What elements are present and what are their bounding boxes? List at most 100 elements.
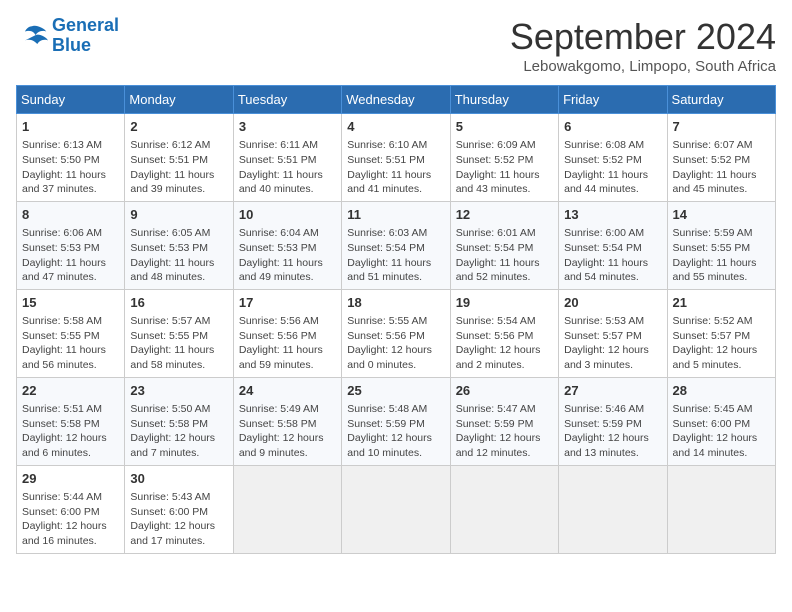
day-cell: 30 Sunrise: 5:43 AM Sunset: 6:00 PM Dayli… xyxy=(125,465,233,553)
day-number: 13 xyxy=(564,206,661,224)
column-header-monday: Monday xyxy=(125,86,233,114)
day-cell: 12 Sunrise: 6:01 AM Sunset: 5:54 PM Dayli… xyxy=(450,201,558,289)
day-number: 14 xyxy=(673,206,770,224)
day-cell xyxy=(342,465,450,553)
week-row-4: 22 Sunrise: 5:51 AM Sunset: 5:58 PM Dayli… xyxy=(17,377,776,465)
day-info: Sunrise: 6:04 AM Sunset: 5:53 PM Dayligh… xyxy=(239,226,336,285)
day-number: 29 xyxy=(22,470,119,488)
day-number: 19 xyxy=(456,294,553,312)
day-info: Sunrise: 5:59 AM Sunset: 5:55 PM Dayligh… xyxy=(673,226,770,285)
day-number: 23 xyxy=(130,382,227,400)
day-number: 9 xyxy=(130,206,227,224)
day-info: Sunrise: 5:58 AM Sunset: 5:55 PM Dayligh… xyxy=(22,314,119,373)
day-info: Sunrise: 5:53 AM Sunset: 5:57 PM Dayligh… xyxy=(564,314,661,373)
week-row-2: 8 Sunrise: 6:06 AM Sunset: 5:53 PM Daylig… xyxy=(17,201,776,289)
day-number: 17 xyxy=(239,294,336,312)
day-number: 4 xyxy=(347,118,444,136)
week-row-5: 29 Sunrise: 5:44 AM Sunset: 6:00 PM Dayli… xyxy=(17,465,776,553)
column-header-sunday: Sunday xyxy=(17,86,125,114)
day-info: Sunrise: 6:12 AM Sunset: 5:51 PM Dayligh… xyxy=(130,138,227,197)
day-cell: 22 Sunrise: 5:51 AM Sunset: 5:58 PM Dayli… xyxy=(17,377,125,465)
day-info: Sunrise: 5:44 AM Sunset: 6:00 PM Dayligh… xyxy=(22,490,119,549)
day-cell: 25 Sunrise: 5:48 AM Sunset: 5:59 PM Dayli… xyxy=(342,377,450,465)
day-info: Sunrise: 6:03 AM Sunset: 5:54 PM Dayligh… xyxy=(347,226,444,285)
day-info: Sunrise: 5:55 AM Sunset: 5:56 PM Dayligh… xyxy=(347,314,444,373)
week-row-1: 1 Sunrise: 6:13 AM Sunset: 5:50 PM Daylig… xyxy=(17,114,776,202)
day-info: Sunrise: 6:10 AM Sunset: 5:51 PM Dayligh… xyxy=(347,138,444,197)
day-cell: 9 Sunrise: 6:05 AM Sunset: 5:53 PM Daylig… xyxy=(125,201,233,289)
day-cell: 1 Sunrise: 6:13 AM Sunset: 5:50 PM Daylig… xyxy=(17,114,125,202)
day-info: Sunrise: 6:13 AM Sunset: 5:50 PM Dayligh… xyxy=(22,138,119,197)
day-info: Sunrise: 5:51 AM Sunset: 5:58 PM Dayligh… xyxy=(22,402,119,461)
day-cell: 14 Sunrise: 5:59 AM Sunset: 5:55 PM Dayli… xyxy=(667,201,775,289)
day-number: 7 xyxy=(673,118,770,136)
day-cell: 23 Sunrise: 5:50 AM Sunset: 5:58 PM Dayli… xyxy=(125,377,233,465)
day-info: Sunrise: 6:07 AM Sunset: 5:52 PM Dayligh… xyxy=(673,138,770,197)
day-info: Sunrise: 5:45 AM Sunset: 6:00 PM Dayligh… xyxy=(673,402,770,461)
day-info: Sunrise: 6:09 AM Sunset: 5:52 PM Dayligh… xyxy=(456,138,553,197)
day-number: 25 xyxy=(347,382,444,400)
day-cell: 28 Sunrise: 5:45 AM Sunset: 6:00 PM Dayli… xyxy=(667,377,775,465)
day-cell: 15 Sunrise: 5:58 AM Sunset: 5:55 PM Dayli… xyxy=(17,289,125,377)
day-cell xyxy=(559,465,667,553)
day-number: 5 xyxy=(456,118,553,136)
day-info: Sunrise: 5:48 AM Sunset: 5:59 PM Dayligh… xyxy=(347,402,444,461)
day-cell: 20 Sunrise: 5:53 AM Sunset: 5:57 PM Dayli… xyxy=(559,289,667,377)
column-header-wednesday: Wednesday xyxy=(342,86,450,114)
day-number: 26 xyxy=(456,382,553,400)
day-cell: 6Sunrise: 6:08 AM Sunset: 5:52 PM Daylig… xyxy=(559,114,667,202)
day-cell: 29 Sunrise: 5:44 AM Sunset: 6:00 PM Dayli… xyxy=(17,465,125,553)
day-info: Sunrise: 6:05 AM Sunset: 5:53 PM Dayligh… xyxy=(130,226,227,285)
day-cell: 4 Sunrise: 6:10 AM Sunset: 5:51 PM Daylig… xyxy=(342,114,450,202)
column-header-saturday: Saturday xyxy=(667,86,775,114)
day-cell: 19 Sunrise: 5:54 AM Sunset: 5:56 PM Dayli… xyxy=(450,289,558,377)
day-number: 28 xyxy=(673,382,770,400)
day-cell: 10 Sunrise: 6:04 AM Sunset: 5:53 PM Dayli… xyxy=(233,201,341,289)
day-number: 10 xyxy=(239,206,336,224)
day-info: Sunrise: 5:47 AM Sunset: 5:59 PM Dayligh… xyxy=(456,402,553,461)
logo: General Blue xyxy=(16,16,119,56)
day-number: 27 xyxy=(564,382,661,400)
day-info: Sunrise: 5:56 AM Sunset: 5:56 PM Dayligh… xyxy=(239,314,336,373)
day-cell: 18 Sunrise: 5:55 AM Sunset: 5:56 PM Dayli… xyxy=(342,289,450,377)
week-row-3: 15 Sunrise: 5:58 AM Sunset: 5:55 PM Dayli… xyxy=(17,289,776,377)
column-header-tuesday: Tuesday xyxy=(233,86,341,114)
day-number: 22 xyxy=(22,382,119,400)
day-cell: 5 Sunrise: 6:09 AM Sunset: 5:52 PM Daylig… xyxy=(450,114,558,202)
day-number: 2 xyxy=(130,118,227,136)
day-info: Sunrise: 5:54 AM Sunset: 5:56 PM Dayligh… xyxy=(456,314,553,373)
day-number: 21 xyxy=(673,294,770,312)
logo-text: General Blue xyxy=(52,16,119,56)
day-cell: 17 Sunrise: 5:56 AM Sunset: 5:56 PM Dayli… xyxy=(233,289,341,377)
day-number: 15 xyxy=(22,294,119,312)
calendar-header-row: SundayMondayTuesdayWednesdayThursdayFrid… xyxy=(17,86,776,114)
day-cell xyxy=(450,465,558,553)
day-cell: 13 Sunrise: 6:00 AM Sunset: 5:54 PM Dayli… xyxy=(559,201,667,289)
day-number: 3 xyxy=(239,118,336,136)
day-number: 8 xyxy=(22,206,119,224)
day-cell: 24 Sunrise: 5:49 AM Sunset: 5:58 PM Dayli… xyxy=(233,377,341,465)
day-cell: 11 Sunrise: 6:03 AM Sunset: 5:54 PM Dayli… xyxy=(342,201,450,289)
day-cell: 16Sunrise: 5:57 AM Sunset: 5:55 PM Dayli… xyxy=(125,289,233,377)
day-info: Sunrise: 6:06 AM Sunset: 5:53 PM Dayligh… xyxy=(22,226,119,285)
day-info: Sunrise: 6:00 AM Sunset: 5:54 PM Dayligh… xyxy=(564,226,661,285)
day-number: 12 xyxy=(456,206,553,224)
day-number: 20 xyxy=(564,294,661,312)
day-info: Sunrise: 5:43 AM Sunset: 6:00 PM Dayligh… xyxy=(130,490,227,549)
day-number: 11 xyxy=(347,206,444,224)
day-cell xyxy=(667,465,775,553)
day-info: Sunrise: 5:49 AM Sunset: 5:58 PM Dayligh… xyxy=(239,402,336,461)
title-block: September 2024 Lebowakgomo, Limpopo, Sou… xyxy=(510,16,776,75)
day-number: 24 xyxy=(239,382,336,400)
calendar-table: SundayMondayTuesdayWednesdayThursdayFrid… xyxy=(16,85,776,554)
day-cell: 8 Sunrise: 6:06 AM Sunset: 5:53 PM Daylig… xyxy=(17,201,125,289)
day-number: 30 xyxy=(130,470,227,488)
day-cell: 26 Sunrise: 5:47 AM Sunset: 5:59 PM Dayli… xyxy=(450,377,558,465)
day-info: Sunrise: 6:01 AM Sunset: 5:54 PM Dayligh… xyxy=(456,226,553,285)
month-title: September 2024 xyxy=(510,16,776,58)
day-info: Sunrise: 5:50 AM Sunset: 5:58 PM Dayligh… xyxy=(130,402,227,461)
day-info: Sunrise: 6:11 AM Sunset: 5:51 PM Dayligh… xyxy=(239,138,336,197)
day-number: 18 xyxy=(347,294,444,312)
day-cell: 2 Sunrise: 6:12 AM Sunset: 5:51 PM Daylig… xyxy=(125,114,233,202)
day-number: 1 xyxy=(22,118,119,136)
